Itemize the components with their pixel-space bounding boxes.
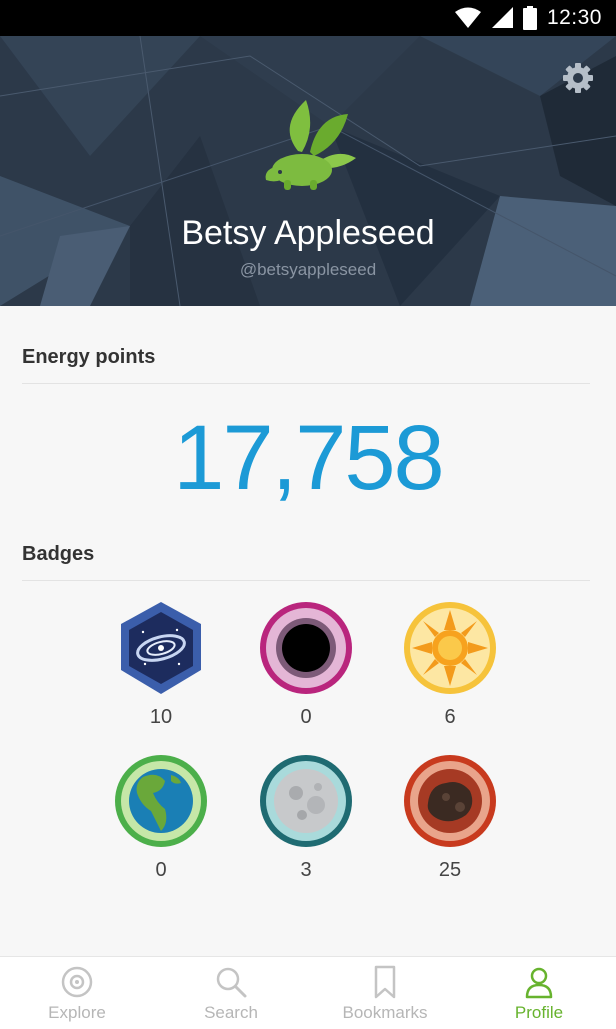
black-hole-badge-count: 0	[300, 706, 312, 728]
moon-badge-count: 3	[300, 859, 312, 881]
bottom-navigation: Explore Search Bookmarks Profile	[0, 956, 616, 1029]
status-bar: 12:30	[0, 0, 616, 36]
asteroid-badge-icon[interactable]	[402, 753, 498, 849]
user-name: Betsy Appleseed	[181, 214, 435, 252]
status-time: 12:30	[546, 6, 602, 29]
energy-points-value: 17,758	[173, 407, 444, 509]
asteroid-badge-count: 25	[438, 859, 462, 881]
black-hole-badge-icon[interactable]	[258, 600, 354, 696]
profile-content: Energy points 17,758 Badges 10 0 6 0 3 2…	[0, 306, 616, 956]
search-icon	[216, 967, 247, 998]
energy-points-title: Energy points	[22, 346, 156, 368]
nav-profile[interactable]: Profile	[462, 957, 616, 1029]
profile-header: Betsy Appleseed @betsyappleseed	[0, 36, 616, 306]
settings-gear-icon[interactable]	[562, 62, 594, 94]
nav-explore[interactable]: Explore	[0, 957, 154, 1029]
bookmark-icon	[374, 965, 396, 999]
badges-divider	[22, 580, 590, 581]
energy-divider	[22, 383, 590, 384]
battery-icon	[522, 6, 537, 30]
moon-badge-icon[interactable]	[258, 753, 354, 849]
earth-badge-icon[interactable]	[113, 753, 209, 849]
nav-search[interactable]: Search	[154, 957, 308, 1029]
earth-badge-count: 0	[155, 859, 167, 881]
wifi-icon	[454, 7, 481, 28]
signal-icon	[491, 7, 513, 28]
explore-icon	[61, 966, 93, 998]
status-icons: 12:30	[454, 6, 602, 30]
nav-bookmarks-label: Bookmarks	[342, 1003, 428, 1022]
nav-search-label: Search	[204, 1003, 258, 1022]
badges-title: Badges	[22, 543, 95, 565]
leaf-mascot-avatar	[265, 100, 356, 190]
nav-bookmarks[interactable]: Bookmarks	[308, 957, 462, 1029]
galaxy-badge-count: 10	[149, 706, 173, 728]
nav-profile-label: Profile	[514, 1003, 564, 1022]
galaxy-badge-icon[interactable]	[113, 600, 209, 696]
sun-badge-count: 6	[444, 706, 456, 728]
profile-icon	[525, 967, 553, 999]
user-handle: @betsyappleseed	[239, 260, 377, 279]
sun-badge-icon[interactable]	[402, 600, 498, 696]
nav-explore-label: Explore	[48, 1003, 106, 1022]
